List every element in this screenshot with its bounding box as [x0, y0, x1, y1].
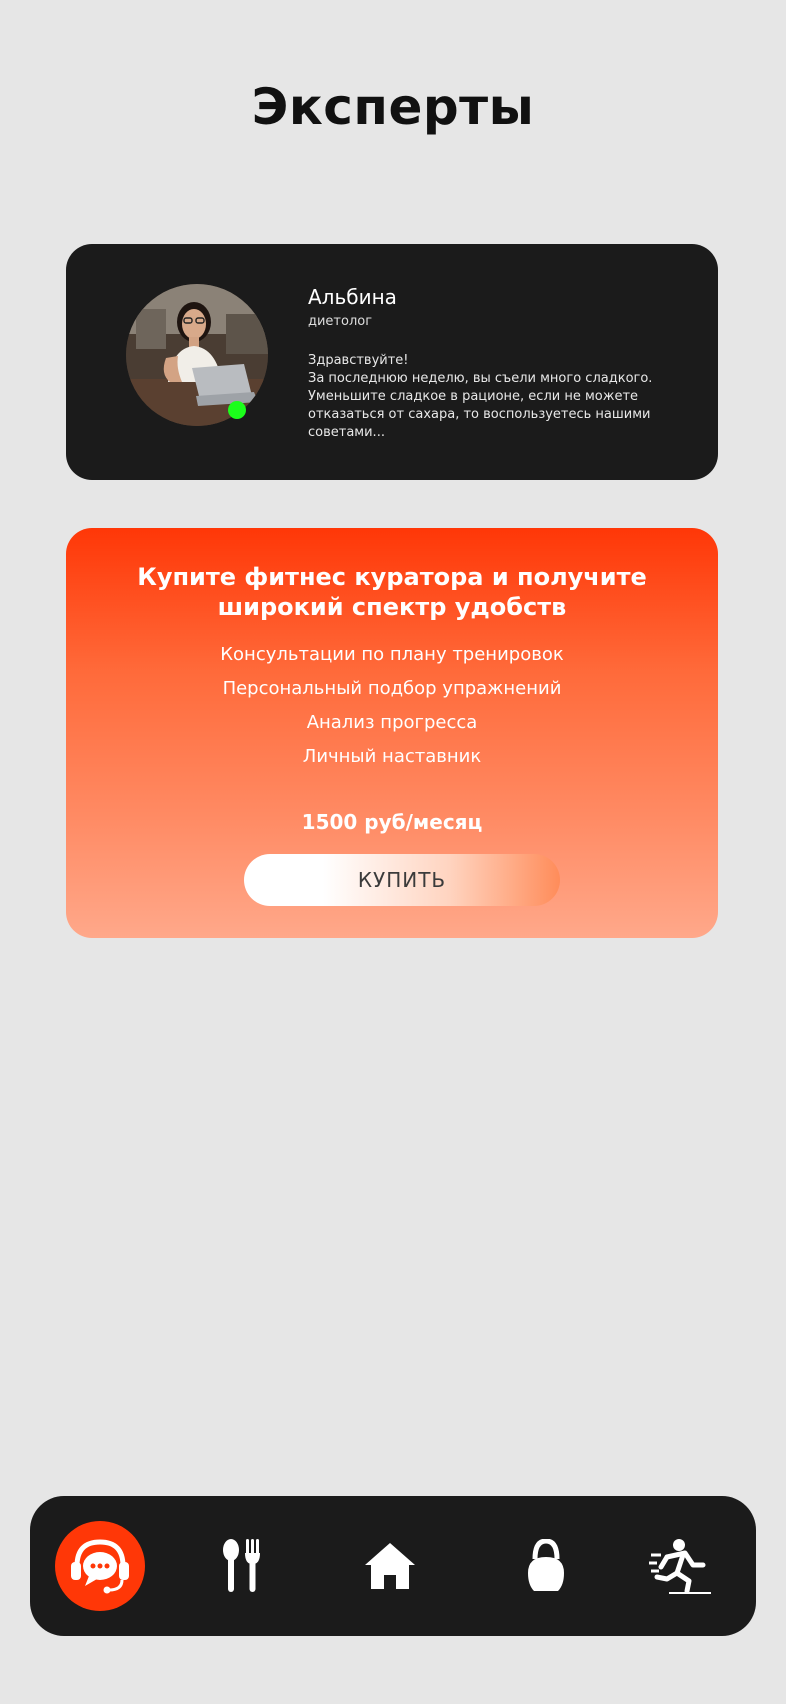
- expert-card[interactable]: Альбина диетолог Здравствуйте! За послед…: [66, 244, 718, 480]
- price-label: 1500 руб/месяц: [301, 810, 483, 834]
- expert-name: Альбина: [308, 285, 397, 309]
- support-chat-icon: [71, 1539, 129, 1594]
- buy-button[interactable]: КУПИТЬ: [244, 854, 560, 906]
- home-icon: [365, 1543, 415, 1589]
- running-icon: [649, 1539, 711, 1594]
- nav-item-workouts[interactable]: [496, 1496, 596, 1636]
- kettlebell-icon: [528, 1539, 564, 1591]
- nav-item-activity[interactable]: [632, 1496, 732, 1636]
- nav-item-home[interactable]: [340, 1496, 440, 1636]
- expert-role: диетолог: [308, 314, 373, 329]
- online-status-indicator: [228, 401, 246, 419]
- benefits-list: Консультации по плану тренировок Персона…: [66, 638, 718, 774]
- benefit-item: Персональный подбор упражнений: [222, 678, 562, 699]
- benefit-item: Консультации по плану тренировок: [220, 644, 564, 665]
- expert-message-preview: Здравствуйте! За последнюю неделю, вы съ…: [308, 352, 683, 442]
- message-greeting: Здравствуйте!: [308, 353, 409, 368]
- curator-promo-card: Купите фитнес куратора и получите широки…: [66, 528, 718, 938]
- benefit-item: Личный наставник: [302, 746, 482, 767]
- message-body: За последнюю неделю, вы съели много слад…: [308, 371, 653, 440]
- expert-avatar: [126, 284, 268, 426]
- nav-item-experts[interactable]: [50, 1496, 150, 1636]
- benefit-item: Анализ прогресса: [306, 712, 478, 733]
- promo-title: Купите фитнес куратора и получите широки…: [137, 563, 647, 621]
- page-title: Эксперты: [251, 78, 535, 136]
- bottom-navigation: [30, 1496, 756, 1636]
- nav-item-nutrition[interactable]: [192, 1496, 292, 1636]
- spoon-fork-icon: [223, 1539, 260, 1592]
